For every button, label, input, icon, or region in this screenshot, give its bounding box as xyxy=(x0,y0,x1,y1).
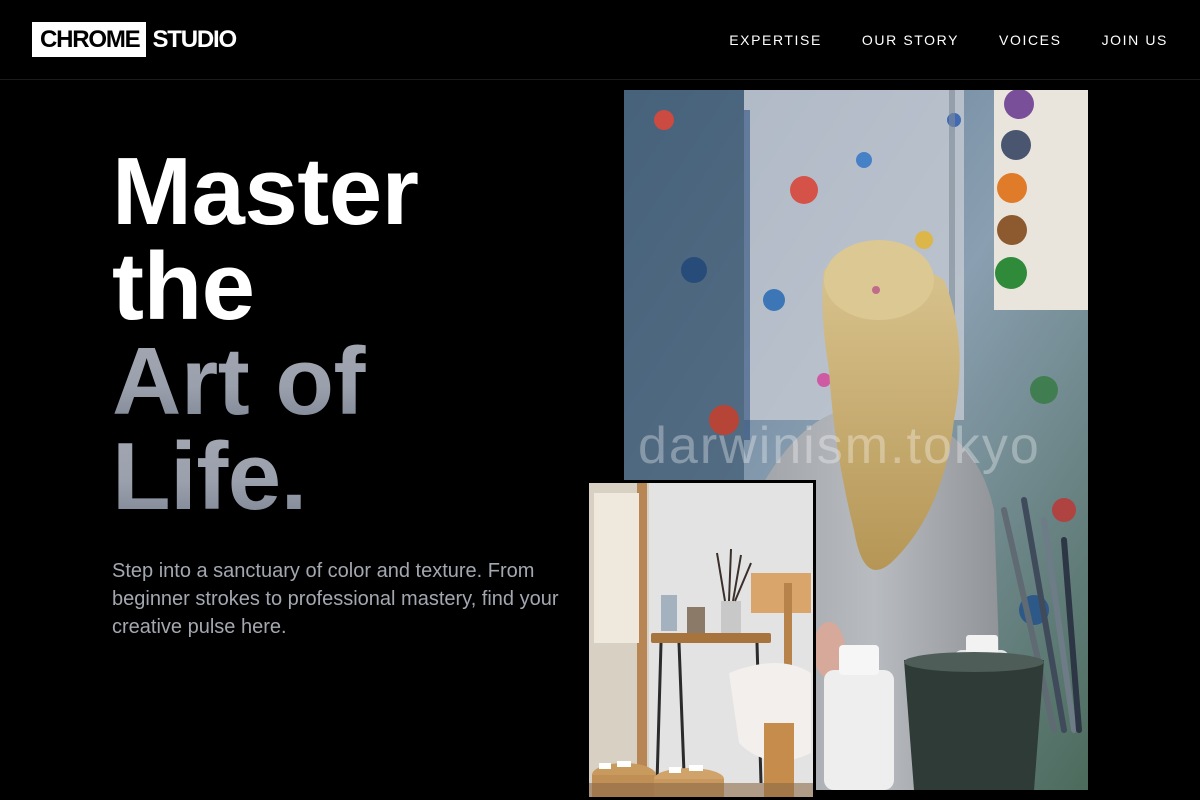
headline-line-4: Life. xyxy=(112,429,418,525)
headline-line-2: the xyxy=(112,233,255,340)
page: CHROME STUDIO EXPERTISE OUR STORY VOICES… xyxy=(0,0,1200,800)
headline-line-3: Art of xyxy=(112,334,418,430)
hero-headline: Master the Art of Life. xyxy=(112,138,419,525)
brand-logo-text: STUDIO xyxy=(152,26,237,53)
hero-secondary-image xyxy=(586,480,816,800)
headline-line-1: Master xyxy=(112,138,419,245)
hero-lead-text: Step into a sanctuary of color and textu… xyxy=(112,560,559,638)
brand-logo-box: CHROME xyxy=(32,22,147,57)
studio-corner-illustration xyxy=(589,483,813,797)
main-nav: EXPERTISE OUR STORY VOICES JOIN US xyxy=(729,31,1168,49)
nav-link-our-story[interactable]: OUR STORY xyxy=(862,31,959,49)
nav-link-join-us[interactable]: JOIN US xyxy=(1102,31,1168,49)
nav-link-expertise[interactable]: EXPERTISE xyxy=(729,31,822,49)
site-header: CHROME STUDIO EXPERTISE OUR STORY VOICES… xyxy=(0,0,1200,80)
brand-logo[interactable]: CHROME STUDIO xyxy=(32,22,237,57)
nav-link-voices[interactable]: VOICES xyxy=(999,31,1062,49)
image-watermark: darwinism.tokyo xyxy=(638,417,1041,475)
